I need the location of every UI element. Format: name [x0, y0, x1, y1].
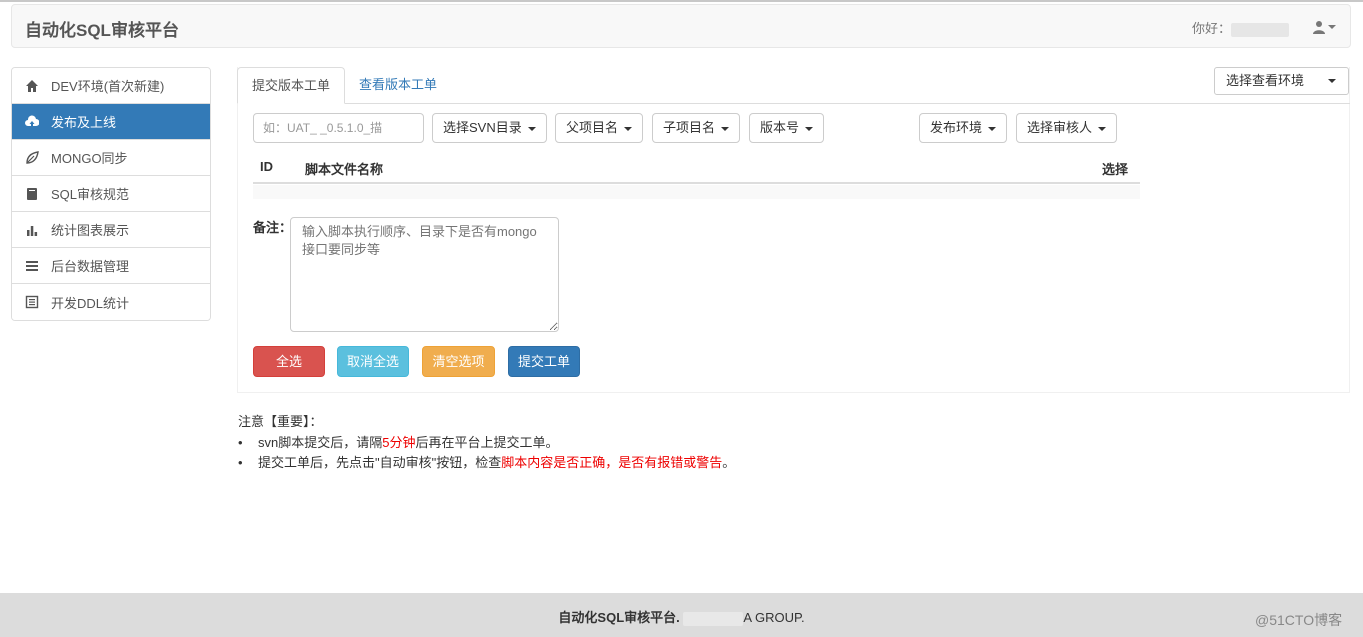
cloud-upload-icon: [25, 115, 39, 129]
chevron-down-icon: [1328, 25, 1336, 29]
sidebar-item-sql-rules[interactable]: SQL审核规范: [12, 176, 210, 212]
top-border: [0, 0, 1363, 2]
notice-item: 提交工单后，先点击"自动审核"按钮，检查脚本内容是否正确，是否有报错或警告。: [238, 453, 735, 473]
page-footer: 自动化SQL审核平台. A GROUP. @51CTO博客: [0, 593, 1363, 637]
view-env-select[interactable]: 选择查看环境: [1214, 67, 1349, 95]
release-env-dropdown[interactable]: 发布环境: [919, 113, 1008, 143]
greeting-label: 你好：: [1192, 21, 1232, 36]
notice-highlight: 脚本内容是否正确，是否有报错或警告: [501, 455, 723, 470]
sidebar-item-admin-data[interactable]: 后台数据管理: [12, 248, 210, 284]
reviewer-dropdown[interactable]: 选择审核人: [1016, 113, 1118, 143]
chevron-down-icon: [527, 126, 536, 131]
bar-chart-icon: [25, 223, 39, 237]
sidebar-item-label: 发布及上线: [51, 115, 117, 130]
tab-submit-version-ticket[interactable]: 提交版本工单: [237, 67, 346, 104]
version-number-dropdown[interactable]: 版本号: [749, 113, 825, 143]
sidebar-nav: DEV环境(首次新建) 发布及上线 MONGO同步 SQL审核规范 统计图表展示…: [11, 67, 211, 321]
notice-title: 注意【重要】：: [238, 414, 323, 429]
book-icon: [25, 187, 39, 201]
parent-project-dropdown-label: 父项目名: [566, 120, 619, 135]
chevron-down-icon: [1098, 126, 1107, 131]
tab-bar: 提交版本工单 查看版本工单: [237, 67, 1350, 104]
script-table-header: ID 脚本文件名称 选择: [253, 151, 1140, 184]
sidebar-item-label: 开发DDL统计: [51, 295, 130, 311]
remark-textarea[interactable]: [290, 217, 559, 332]
clear-selection-button[interactable]: 清空选项: [422, 346, 495, 377]
document-list-icon: [25, 295, 39, 309]
redacted-company: [683, 611, 744, 626]
sidebar-item-label: 统计图表展示: [51, 223, 130, 238]
sidebar-item-label: 后台数据管理: [51, 259, 130, 274]
notice-highlight: 5分钟: [382, 435, 416, 450]
sidebar-item-release[interactable]: 发布及上线: [12, 104, 210, 140]
script-table-body: [253, 185, 1140, 199]
sidebar-item-charts[interactable]: 统计图表展示: [12, 212, 210, 248]
user-menu-toggle[interactable]: [1312, 16, 1340, 38]
footer-copyright: 自动化SQL审核平台. A GROUP.: [0, 607, 1363, 626]
leaf-icon: [25, 150, 39, 165]
chevron-down-icon: [721, 126, 730, 131]
redacted-username: [1231, 22, 1290, 37]
notice-text: 后再在平台上提交工单。: [415, 435, 559, 450]
version-name-input[interactable]: 如：UAT_ _0.5.1.0_描: [253, 113, 424, 143]
sidebar-item-dev-env[interactable]: DEV环境(首次新建): [12, 68, 210, 104]
chevron-down-icon: [805, 126, 814, 131]
sidebar-item-label: DEV环境(首次新建): [51, 79, 165, 94]
sidebar-item-label: MONGO同步: [51, 151, 128, 166]
chevron-down-icon: [1328, 79, 1336, 83]
top-navbar: 自动化SQL审核平台 你好：: [11, 4, 1351, 48]
footer-brand: 自动化SQL审核平台.: [558, 610, 680, 625]
tab-view-version-ticket[interactable]: 查看版本工单: [345, 67, 451, 104]
view-env-select-label: 选择查看环境: [1226, 73, 1305, 88]
column-header-script-name: 脚本文件名称: [305, 162, 384, 177]
notice-text: 提交工单后，先点击"自动审核"按钮，检查: [258, 455, 502, 470]
user-icon: [1313, 21, 1325, 34]
child-project-dropdown-label: 子项目名: [663, 120, 716, 135]
column-header-id: ID: [260, 159, 273, 174]
sidebar-item-mongo-sync[interactable]: MONGO同步: [12, 140, 210, 176]
footer-suffix: A GROUP.: [743, 610, 805, 625]
chevron-down-icon: [988, 126, 997, 131]
select-all-button[interactable]: 全选: [253, 346, 325, 377]
reviewer-dropdown-label: 选择审核人: [1027, 120, 1093, 135]
notice-text: 。: [722, 455, 736, 470]
notice-text: svn脚本提交后，请隔: [258, 435, 383, 450]
home-icon: [25, 79, 39, 93]
release-env-dropdown-label: 发布环境: [930, 120, 983, 135]
svn-dir-dropdown-label: 选择SVN目录: [443, 120, 522, 135]
version-number-dropdown-label: 版本号: [760, 120, 800, 135]
svn-dir-dropdown[interactable]: 选择SVN目录: [432, 113, 547, 143]
user-greeting: 你好：: [1192, 18, 1290, 37]
important-notice: 注意【重要】： svn脚本提交后，请隔5分钟后再在平台上提交工单。 提交工单后，…: [238, 411, 735, 473]
list-icon: [25, 259, 39, 273]
submit-ticket-button[interactable]: 提交工单: [508, 346, 580, 377]
remark-label: 备注：: [253, 220, 293, 235]
sidebar-item-label: SQL审核规范: [51, 187, 130, 202]
watermark: @51CTO博客: [1255, 612, 1343, 628]
child-project-dropdown[interactable]: 子项目名: [652, 113, 741, 143]
parent-project-dropdown[interactable]: 父项目名: [555, 113, 644, 143]
notice-item: svn脚本提交后，请隔5分钟后再在平台上提交工单。: [238, 433, 735, 453]
chevron-down-icon: [624, 126, 633, 131]
deselect-all-button[interactable]: 取消全选: [337, 346, 409, 377]
sidebar-item-ddl-stats[interactable]: 开发DDL统计: [12, 284, 210, 320]
column-header-select: 选择: [1102, 162, 1129, 177]
app-brand[interactable]: 自动化SQL审核平台: [25, 16, 179, 41]
